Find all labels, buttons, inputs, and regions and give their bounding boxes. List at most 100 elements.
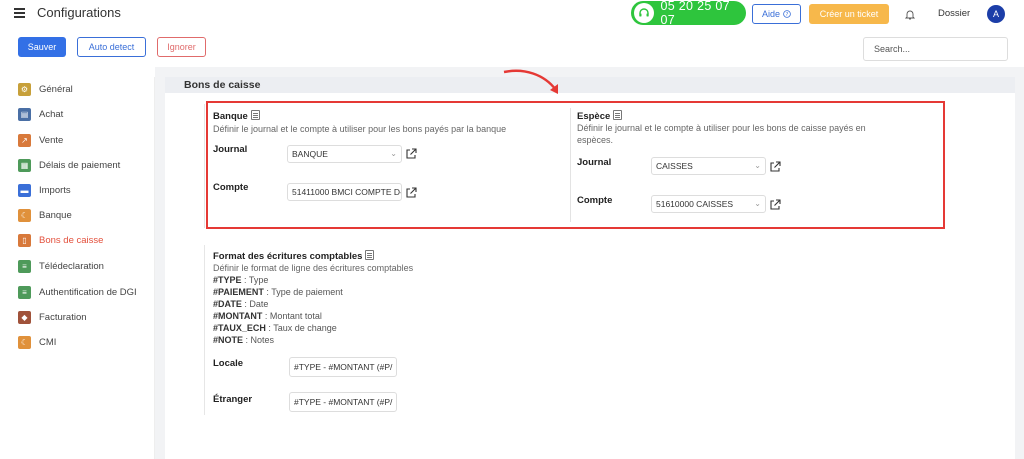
espece-journal-value: CAISSES — [656, 161, 693, 171]
espece-title: Espèce — [577, 110, 623, 122]
espece-compte-select[interactable]: 51610000 CAISSES ⌄ — [651, 195, 766, 213]
etranger-label: Étranger — [213, 394, 253, 405]
gear-icon: ⚙ — [18, 82, 31, 96]
moon-icon: ☾ — [18, 208, 31, 222]
banque-journal-label: Journal — [213, 144, 248, 155]
help-button-label: Aide — [761, 9, 780, 19]
sidebar-item-bons-de-caisse[interactable]: ▯ Bons de caisse — [18, 232, 103, 248]
dossier-menu[interactable]: Dossier — [938, 8, 970, 19]
sidebar-item-vente[interactable]: ↗ Vente — [18, 132, 63, 148]
sidebar-item-general[interactable]: ⚙ Général — [18, 81, 73, 97]
banque-title-text: Banque — [213, 111, 248, 122]
sidebar-item-label: Authentification de DGI — [39, 286, 137, 298]
token-value: Type de paiement — [271, 287, 343, 297]
sidebar-item-teledeclaration[interactable]: ≡ Télédeclaration — [18, 258, 104, 274]
token-key: #NOTE — [213, 335, 244, 345]
help-button[interactable]: Aide ? — [752, 4, 801, 24]
banque-journal-value: BANQUE — [292, 149, 328, 159]
search-input[interactable] — [863, 37, 1008, 61]
espece-compte-value: 51610000 CAISSES — [656, 199, 734, 209]
external-link-icon[interactable] — [405, 187, 417, 199]
section-title: Bons de caisse — [184, 79, 261, 91]
banque-compte-value: 51411000 BMCI COMPTE D- — [292, 187, 402, 197]
format-token-row: #NOTE : Notes — [213, 335, 275, 345]
sidebar-item-banque[interactable]: ☾ Banque — [18, 207, 72, 223]
document-icon: ≡ — [18, 259, 31, 273]
format-token-row: #DATE : Date — [213, 299, 269, 309]
banque-title: Banque — [213, 110, 260, 122]
token-key: #PAIEMENT — [213, 287, 264, 297]
sidebar-item-imports[interactable]: ▬ Imports — [18, 182, 71, 198]
chevron-down-icon: ⌄ — [754, 199, 761, 208]
save-button[interactable]: Sauver — [18, 37, 66, 57]
chevron-down-icon: ⌄ — [390, 149, 397, 158]
format-token-row: #MONTANT : Montant total — [213, 311, 322, 321]
highlight-box — [206, 101, 945, 229]
espece-description-line1: Définir le journal et le compte à utilis… — [577, 123, 866, 133]
folder-icon: ▬ — [18, 183, 31, 197]
banque-journal-select[interactable]: BANQUE ⌄ — [287, 145, 402, 163]
ignore-button[interactable]: Ignorer — [157, 37, 206, 57]
espece-description-line2: espèces. — [577, 135, 614, 145]
sidebar-item-achat[interactable]: ▤ Achat — [18, 106, 63, 122]
espece-compte-label: Compte — [577, 195, 613, 206]
token-value: Date — [249, 299, 269, 309]
moon-icon: ☾ — [18, 335, 31, 349]
external-link-icon[interactable] — [769, 199, 781, 211]
token-key: #TYPE — [213, 275, 242, 285]
espece-title-text: Espèce — [577, 111, 611, 122]
document-icon — [250, 110, 260, 120]
chevron-down-icon: ⌄ — [754, 161, 761, 170]
sidebar-item-label: Général — [39, 83, 73, 95]
headset-icon — [634, 3, 654, 23]
document-icon — [365, 250, 375, 260]
token-value: Notes — [250, 335, 275, 345]
format-title: Format des écritures comptables — [213, 250, 375, 262]
espece-journal-select[interactable]: CAISSES ⌄ — [651, 157, 766, 175]
sidebar-item-label: Achat — [39, 108, 64, 120]
chart-icon: ↗ — [18, 133, 31, 147]
calendar-icon: ▦ — [18, 158, 31, 172]
sidebar-item-label: Imports — [39, 184, 71, 196]
create-ticket-button[interactable]: Créer un ticket — [809, 4, 889, 24]
sidebar-item-cmi[interactable]: ☾ CMI — [18, 334, 56, 350]
bell-icon[interactable] — [904, 7, 916, 25]
banque-description: Définir le journal et le compte à utilis… — [213, 124, 507, 134]
annotation-arrow-icon — [503, 69, 558, 94]
token-value: Taux de change — [273, 323, 337, 333]
locale-label: Locale — [213, 358, 244, 369]
token-value: Montant total — [269, 311, 322, 321]
format-token-row: #TAUX_ECH : Taux de change — [213, 323, 337, 333]
sidebar-item-label: Bons de caisse — [39, 234, 104, 246]
cart-icon: ▤ — [18, 107, 31, 121]
token-key: #TAUX_ECH — [213, 323, 266, 333]
locale-format-input[interactable]: #TYPE - #MONTANT (#P/ — [289, 357, 397, 377]
menu-icon[interactable] — [14, 8, 25, 18]
document-icon: ≡ — [18, 285, 31, 299]
phone-badge[interactable]: 05 20 25 07 07 — [631, 0, 746, 27]
espece-journal-label: Journal — [577, 157, 612, 168]
auto-detect-button[interactable]: Auto detect — [77, 37, 146, 57]
left-guide-line — [204, 104, 205, 228]
sidebar-item-authentification-dgi[interactable]: ≡ Authentification de DGI — [18, 284, 137, 300]
format-token-row: #PAIEMENT : Type de paiement — [213, 287, 343, 297]
page-title: Configurations — [37, 5, 121, 20]
sidebar-item-facturation[interactable]: ◆ Facturation — [18, 309, 87, 325]
top-bar: Configurations 05 20 25 07 07 Aide ? Cré… — [0, 0, 1024, 28]
sidebar-item-label: Banque — [39, 209, 72, 221]
sidebar: ⚙ Général ▤ Achat ↗ Vente ▦ Délais de pa… — [12, 77, 155, 459]
receipt-icon: ▯ — [18, 233, 31, 247]
avatar[interactable]: A — [987, 5, 1005, 23]
token-key: #MONTANT — [213, 311, 263, 321]
external-link-icon[interactable] — [405, 148, 417, 160]
etranger-format-input[interactable]: #TYPE - #MONTANT (#P/ — [289, 392, 397, 412]
sidebar-item-label: Vente — [39, 134, 64, 146]
banque-compte-select[interactable]: 51411000 BMCI COMPTE D- — [287, 183, 402, 201]
sidebar-item-delais[interactable]: ▦ Délais de paiement — [18, 157, 120, 173]
token-value: Type — [248, 275, 269, 285]
banque-compte-label: Compte — [213, 182, 249, 193]
format-title-text: Format des écritures comptables — [213, 251, 363, 262]
external-link-icon[interactable] — [769, 161, 781, 173]
token-key: #DATE — [213, 299, 242, 309]
format-token-row: #TYPE : Type — [213, 275, 269, 285]
